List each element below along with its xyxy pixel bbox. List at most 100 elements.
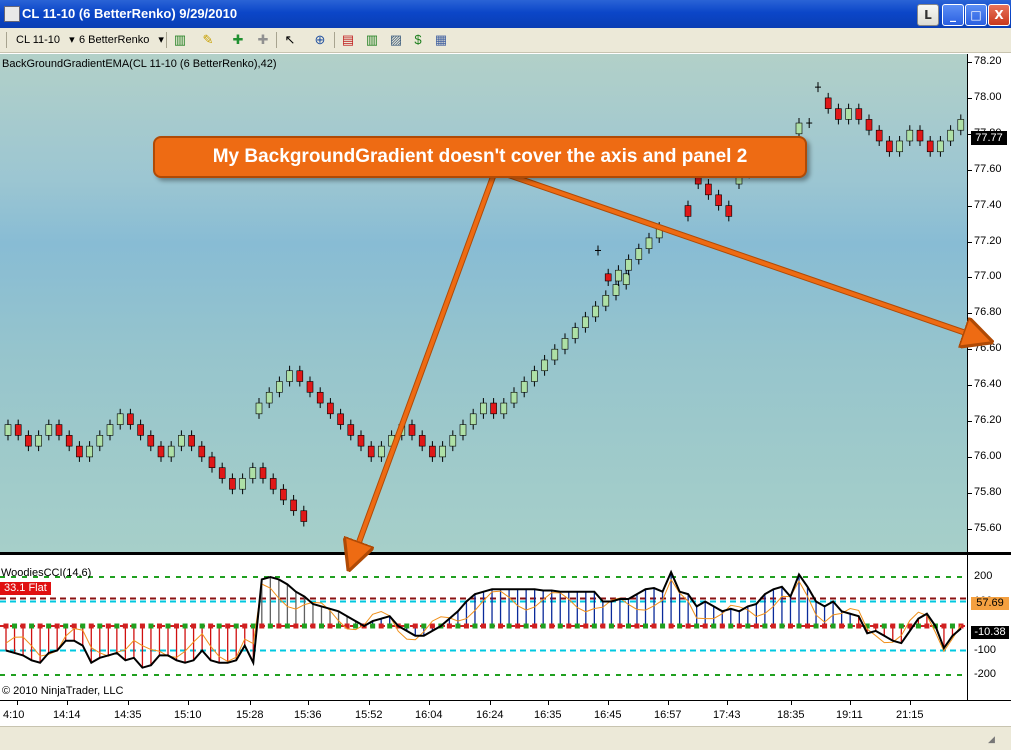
maximize-button[interactable]: □ <box>965 4 987 26</box>
down-candle <box>127 413 134 425</box>
data-box-icon[interactable]: ▤ <box>340 32 356 48</box>
cci-zero-marker <box>327 623 333 629</box>
time-tick-label: 16:45 <box>594 709 622 721</box>
up-candle <box>645 237 653 249</box>
cci-zero-marker <box>12 623 18 629</box>
time-tick-label: 15:28 <box>236 709 264 721</box>
properties-icon[interactable]: ▦ <box>433 32 449 48</box>
up-candle <box>937 140 944 153</box>
cci-zero-marker <box>472 623 478 629</box>
time-tick-label: 18:35 <box>777 709 805 721</box>
layout-button[interactable]: L <box>917 4 939 26</box>
down-candle <box>280 488 287 501</box>
strategy-icon[interactable]: ✚ <box>255 32 271 48</box>
indicator-icon[interactable]: ✚ <box>230 32 246 48</box>
down-candle <box>259 467 267 479</box>
up-candle <box>571 327 579 339</box>
resize-grip-icon[interactable]: ◢ <box>988 734 995 745</box>
down-candle <box>824 97 832 109</box>
cci-zero-marker <box>915 623 921 629</box>
price-axis[interactable]: 78.2078.0077.8077.6077.4077.2077.0076.80… <box>967 54 1011 552</box>
cci-zero-marker <box>404 623 410 629</box>
instrument-label: CL 11-10 <box>16 34 61 46</box>
up-candle <box>592 305 599 318</box>
draw-pen-icon[interactable]: ✎ <box>200 32 216 48</box>
up-candle <box>167 445 175 458</box>
cci-chart <box>0 569 967 676</box>
cci-zero-marker <box>446 623 452 629</box>
cci-zero-marker <box>660 623 666 629</box>
down-candle <box>65 435 73 447</box>
time-tick-mark <box>429 701 430 705</box>
up-candle <box>655 226 663 239</box>
up-candle <box>622 273 630 285</box>
cci-zero-marker <box>702 623 708 629</box>
cci-zero-marker <box>557 623 563 629</box>
time-tick-mark <box>608 701 609 705</box>
cci-zero-marker <box>677 623 683 629</box>
up-candle <box>449 435 457 447</box>
time-axis[interactable]: 4:10 14:14 14:35 15:10 15:28 15:36 15:52 16:04 1… <box>0 700 1011 727</box>
price-tick-mark <box>968 349 972 351</box>
down-candle <box>916 129 924 142</box>
price-chart <box>4 82 965 527</box>
down-candle <box>875 129 883 142</box>
cci-zero-marker <box>284 623 290 629</box>
cci-zero-marker <box>668 623 674 629</box>
cci-zero-marker <box>949 623 955 629</box>
bar-type-selector[interactable]: 6 BetterRenko ▾ <box>79 31 164 49</box>
cci-zero-marker <box>242 623 248 629</box>
up-candle <box>239 478 246 490</box>
time-tick-mark <box>369 701 370 705</box>
up-candle <box>551 348 559 361</box>
down-candle <box>926 140 934 153</box>
time-tick-mark <box>188 701 189 705</box>
down-candle <box>327 402 334 415</box>
bar-style-icon[interactable]: ▥ <box>172 32 188 48</box>
dollar-icon[interactable]: $ <box>410 32 426 48</box>
chart-toolbar: CL 11-10 ▾ 6 BetterRenko ▾ ▥ ✎ ✚ ✚ ↖ ⊕ ▤… <box>0 28 1011 53</box>
price-tick-label: 76.40 <box>974 378 1002 391</box>
down-candle <box>418 435 426 447</box>
down-candle <box>157 445 165 458</box>
cursor-icon[interactable]: ↖ <box>282 32 298 48</box>
chart-trader-icon[interactable]: ▥ <box>364 32 380 48</box>
cci-zero-marker <box>600 623 606 629</box>
cci-zero-marker <box>199 623 205 629</box>
cci-zero-marker <box>617 623 623 629</box>
down-candle <box>408 424 416 436</box>
cci-zero-marker <box>165 623 171 629</box>
cci-zero-marker <box>139 623 145 629</box>
cci-panel[interactable]: WoodiesCCI(14,6) © 2010 NinjaTrader, LLC <box>0 555 967 700</box>
close-button[interactable]: X <box>988 4 1010 26</box>
chevron-down-icon: ▾ <box>69 34 75 46</box>
minimize-button[interactable]: _ <box>942 4 964 26</box>
time-tick-label: 15:52 <box>355 709 383 721</box>
cci-zero-marker <box>80 623 86 629</box>
down-candle <box>76 445 83 458</box>
up-candle <box>795 122 803 135</box>
cci-zero-marker <box>549 623 555 629</box>
overlay-icon[interactable]: ▨ <box>388 32 404 48</box>
zoom-icon[interactable]: ⊕ <box>312 32 328 48</box>
price-tick-label: 77.60 <box>974 162 1002 175</box>
cci-zero-marker <box>822 623 828 629</box>
price-panel[interactable]: BackGroundGradientEMA(CL 11-10 (6 Better… <box>0 54 967 552</box>
cci-zero-marker <box>566 623 572 629</box>
cci-zero-marker <box>233 623 239 629</box>
cci-zero-marker <box>805 623 811 629</box>
cci-zero-marker <box>856 623 862 629</box>
cci-zero-marker <box>634 623 640 629</box>
time-tick-mark <box>250 701 251 705</box>
down-candle <box>25 435 32 447</box>
up-candle <box>612 284 620 296</box>
instrument-selector[interactable]: CL 11-10 ▾ <box>16 31 75 49</box>
up-candle <box>896 140 903 153</box>
cci-zero-marker <box>63 623 69 629</box>
cci-zero-marker <box>608 623 614 629</box>
cci-zero-marker <box>498 623 504 629</box>
cci-zero-marker <box>728 623 734 629</box>
time-tick-mark <box>490 701 491 705</box>
down-candle <box>337 413 344 425</box>
cci-zero-marker <box>898 623 904 629</box>
